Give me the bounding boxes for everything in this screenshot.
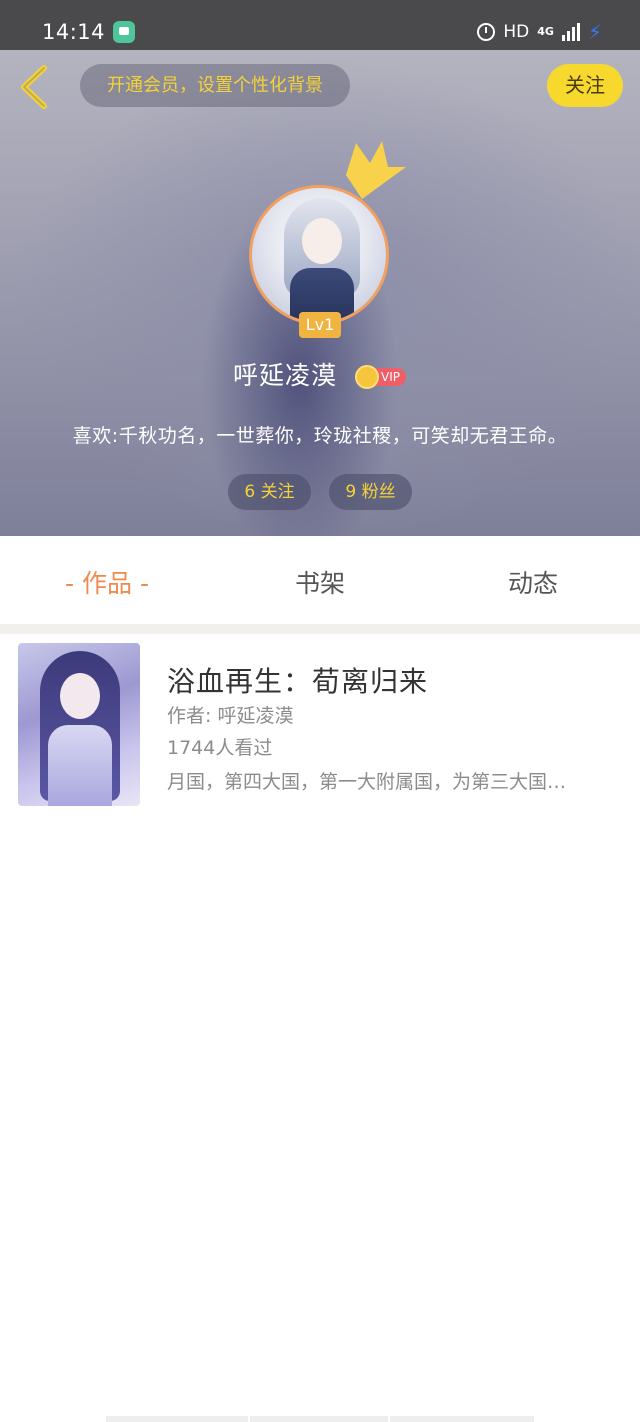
follow-button[interactable]: 关注	[547, 64, 623, 107]
book-views: 1744人看过	[167, 737, 273, 759]
status-time: 14:14	[42, 20, 106, 44]
signal-icon	[561, 23, 580, 41]
username: 呼延凌漠	[233, 361, 338, 390]
network-type: 4G	[537, 25, 554, 38]
back-icon[interactable]	[18, 64, 58, 110]
fans-count[interactable]: 9 粉丝	[329, 474, 412, 510]
vip-medal-icon	[355, 365, 379, 389]
hd-indicator: HD	[503, 22, 530, 42]
status-bar: 14:14 HD 4G ⚡	[0, 0, 640, 50]
book-description: 月国，第四大国，第一大附属国，为第三大国…	[167, 771, 567, 793]
vip-badge: VIP	[355, 365, 409, 389]
book-title[interactable]: 浴血再生：荀离归来	[167, 660, 428, 700]
avatar[interactable]	[249, 185, 389, 325]
list-separator	[0, 624, 640, 634]
user-bio: 喜欢:千秋功名，一世葬你，玲珑社稷，可笑却无君王命。	[72, 425, 568, 447]
alarm-icon	[477, 23, 496, 41]
vip-background-banner[interactable]: 开通会员，设置个性化背景	[80, 64, 350, 107]
profile-tabs: - 作品 - 书架 动态	[0, 536, 640, 624]
tab-works[interactable]: - 作品 -	[55, 564, 159, 600]
message-icon	[113, 21, 135, 43]
book-card[interactable]: 浴血再生：荀离归来 作者: 呼延凌漠 1744人看过 月国，第四大国，第一大附属…	[9, 634, 631, 814]
tab-activity[interactable]: 动态	[483, 564, 583, 600]
nav-indicator-middle	[250, 1416, 388, 1422]
charging-icon: ⚡	[587, 20, 602, 44]
status-indicators: HD 4G ⚡	[477, 20, 602, 44]
tab-bookshelf[interactable]: 书架	[270, 564, 370, 600]
profile-header: 开通会员，设置个性化背景 关注 Lv1 呼延凌漠 VIP 喜欢:千秋功名，一世葬…	[0, 50, 640, 536]
level-badge: Lv1	[299, 312, 341, 338]
book-cover[interactable]	[18, 643, 140, 806]
nav-indicator-left	[106, 1416, 248, 1422]
following-count[interactable]: 6 关注	[228, 474, 311, 510]
book-author: 作者: 呼延凌漠	[167, 705, 294, 727]
nav-indicator-right	[390, 1416, 534, 1422]
